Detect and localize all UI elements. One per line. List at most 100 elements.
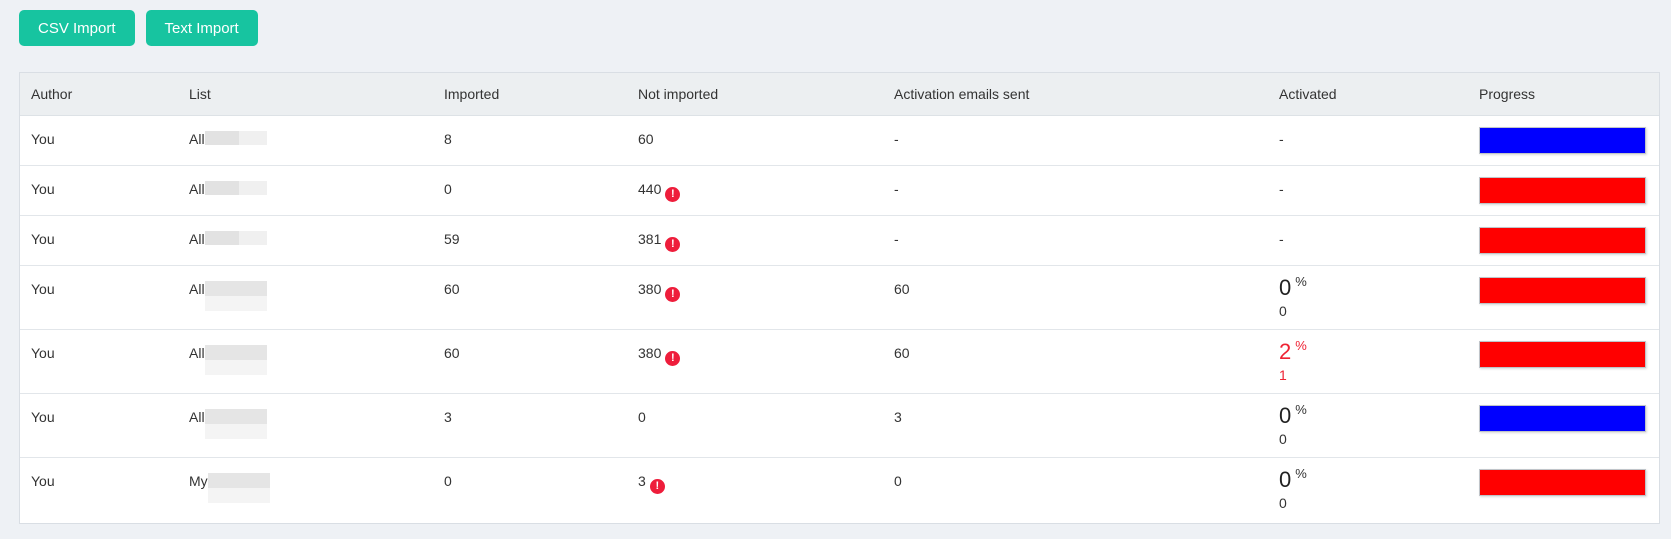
list-cell: All (178, 393, 433, 458)
activated-rate: 0% 0 (1279, 458, 1468, 511)
emails-sent-value: 3 (894, 408, 902, 425)
not-imported-value: 3 (638, 472, 646, 489)
warning-icon: ! (665, 236, 681, 252)
imported-value: 59 (444, 230, 460, 247)
activated-cell: 0% 0 (1268, 457, 1468, 521)
imported-cell: 60 (433, 265, 627, 330)
activated-percent: 0 (1279, 402, 1292, 428)
emails-sent-cell: - (883, 165, 1268, 216)
column-header-author: Author (20, 73, 178, 116)
progress-cell (1468, 457, 1659, 521)
percent-sign: % (1295, 337, 1307, 353)
not-imported-cell: 380! (627, 265, 883, 330)
author-value: You (31, 408, 55, 425)
warning-icon: ! (665, 186, 681, 202)
not-imported-value: 60 (638, 130, 654, 147)
progress-bar (1479, 468, 1646, 496)
column-header-activation-emails-sent: Activation emails sent (883, 73, 1268, 116)
activated-percent: 2 (1279, 338, 1292, 364)
imported-cell: 60 (433, 329, 627, 394)
imports-table-panel: Author List Imported Not imported Activa… (19, 72, 1660, 524)
author-value: You (31, 230, 55, 247)
author-cell: You (20, 215, 178, 266)
list-name[interactable]: All (189, 409, 205, 425)
table-body: You All 8 60- - You All 0 440! - - You All 59 381! - - Yo… (20, 115, 1659, 521)
list-cell: All (178, 215, 433, 266)
author-value: You (31, 472, 55, 489)
emails-sent-cell: 60 (883, 329, 1268, 394)
percent-sign: % (1295, 401, 1307, 417)
author-value: You (31, 180, 55, 197)
emails-sent-cell: 3 (883, 393, 1268, 458)
emails-sent-cell: - (883, 215, 1268, 266)
progress-cell (1468, 393, 1659, 458)
not-imported-value: 380 (638, 280, 662, 297)
table-row: You All 59 381! - - (20, 215, 1659, 266)
activated-rate: 0% 0 (1279, 394, 1468, 447)
emails-sent-value: 60 (894, 280, 910, 297)
emails-sent-cell: 60 (883, 265, 1268, 330)
table-row: You All 60 380! 60 2% 1 (20, 329, 1659, 394)
author-cell: You (20, 265, 178, 330)
activated-rate: 0% 0 (1279, 266, 1468, 319)
list-name[interactable]: All (189, 345, 205, 361)
activated-cell: 0% 0 (1268, 265, 1468, 330)
not-imported-value: 380 (638, 344, 662, 361)
activated-cell: - (1268, 115, 1468, 166)
activated-rate: 2% 1 (1279, 330, 1468, 383)
percent-sign: % (1295, 465, 1307, 481)
list-cell: All (178, 115, 433, 166)
list-name[interactable]: All (189, 181, 205, 197)
progress-cell (1468, 329, 1659, 394)
list-name[interactable]: My (189, 473, 208, 489)
redacted-list-name (204, 130, 267, 145)
activated-value: - (1279, 180, 1284, 197)
activated-cell: - (1268, 215, 1468, 266)
imported-value: 8 (444, 130, 452, 147)
table-row: You All 8 60 - - (20, 115, 1659, 166)
not-imported-value: 440 (638, 180, 662, 197)
imports-table: Author List Imported Not imported Activa… (20, 73, 1659, 521)
list-name[interactable]: All (189, 131, 205, 147)
list-name[interactable]: All (189, 231, 205, 247)
redacted-list-name (204, 344, 267, 375)
author-value: You (31, 130, 55, 147)
text-import-button[interactable]: Text Import (145, 10, 258, 46)
warning-icon: ! (665, 350, 681, 366)
progress-bar (1479, 276, 1646, 304)
column-header-activated: Activated (1268, 73, 1468, 116)
progress-cell (1468, 265, 1659, 330)
not-imported-cell: 0 (627, 393, 883, 458)
imported-value: 0 (444, 180, 452, 197)
activated-cell: 0% 0 (1268, 393, 1468, 458)
column-header-not-imported: Not imported (627, 73, 883, 116)
list-cell: All (178, 329, 433, 394)
list-cell: All (178, 165, 433, 216)
activated-cell: 2% 1 (1268, 329, 1468, 394)
redacted-list-name (204, 280, 267, 311)
table-header-row: Author List Imported Not imported Activa… (20, 73, 1659, 116)
column-header-progress: Progress (1468, 73, 1659, 116)
redacted-list-name (204, 408, 267, 439)
progress-cell (1468, 115, 1659, 166)
progress-bar (1479, 176, 1646, 204)
author-cell: You (20, 165, 178, 216)
progress-bar (1479, 404, 1646, 432)
activated-count: 0 (1279, 494, 1287, 511)
redacted-list-name (204, 230, 267, 245)
progress-cell (1468, 215, 1659, 266)
csv-import-button[interactable]: CSV Import (19, 10, 135, 46)
redacted-list-name (204, 180, 267, 195)
activated-count: 0 (1279, 302, 1287, 319)
emails-sent-value: - (894, 230, 899, 247)
list-cell: My (178, 457, 433, 521)
imported-value: 0 (444, 472, 452, 489)
emails-sent-value: - (894, 180, 899, 197)
progress-cell (1468, 165, 1659, 216)
author-value: You (31, 344, 55, 361)
emails-sent-value: 60 (894, 344, 910, 361)
not-imported-value: 381 (638, 230, 662, 247)
imported-cell: 8 (433, 115, 627, 166)
not-imported-cell: 440! (627, 165, 883, 216)
list-name[interactable]: All (189, 281, 205, 297)
